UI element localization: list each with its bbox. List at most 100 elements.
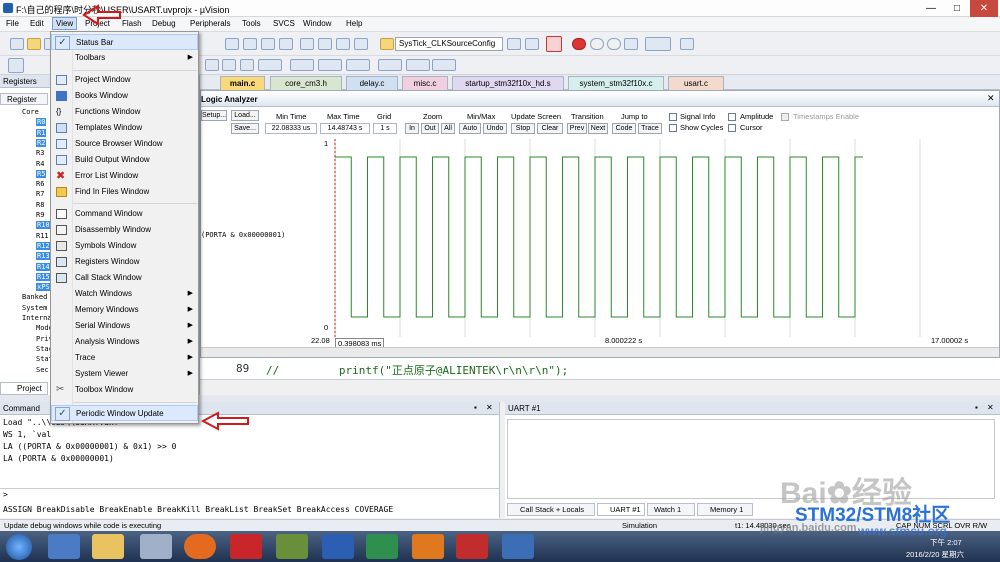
tab-core-cm3-h[interactable]: core_cm3.h xyxy=(270,76,342,90)
menu-item-books-window[interactable]: Books Window xyxy=(51,88,198,104)
comment-icon[interactable] xyxy=(336,38,350,50)
register-row[interactable]: R9 xyxy=(36,211,44,219)
register-row[interactable]: R15 xyxy=(36,272,51,281)
menu-item-symbols-window[interactable]: Symbols Window xyxy=(51,238,198,254)
breakpoint-icon[interactable] xyxy=(572,38,586,50)
la-setup-button[interactable]: Setup... xyxy=(201,110,227,121)
command-window-icon[interactable] xyxy=(205,59,219,71)
tab-system-c[interactable]: system_stm32f10x.c xyxy=(568,76,664,90)
command-close-icon[interactable]: ✕ xyxy=(486,403,493,412)
register-row[interactable]: R7 xyxy=(36,190,44,198)
close-icon[interactable]: ✕ xyxy=(970,0,998,17)
minmax-undo-button[interactable]: Undo xyxy=(483,123,507,134)
tab-memory-1[interactable]: Memory 1 xyxy=(697,503,753,516)
taskbar-foxit-icon[interactable] xyxy=(412,534,444,559)
taskbar-drawing-icon[interactable] xyxy=(456,534,488,559)
jump-trace-button[interactable]: Trace xyxy=(638,123,662,134)
trace-icon[interactable] xyxy=(406,59,430,71)
taskbar-word-icon[interactable] xyxy=(322,534,354,559)
taskbar-app-icon[interactable] xyxy=(276,534,308,559)
prev-bookmark-icon[interactable] xyxy=(243,38,257,50)
uart-output[interactable] xyxy=(507,419,995,499)
cursor-checkbox[interactable] xyxy=(728,124,736,132)
menu-item-command-window[interactable]: Command Window xyxy=(51,206,198,222)
reset-icon[interactable] xyxy=(8,58,24,73)
menu-item-watch-windows[interactable]: Watch Windows ▶ xyxy=(51,286,198,302)
menu-item-find-in-files-window[interactable]: Find In Files Window xyxy=(51,184,198,200)
signal-name[interactable]: (PORTA & 0x00000001) xyxy=(201,231,285,239)
register-row[interactable]: R11 xyxy=(36,232,49,240)
maximize-icon[interactable]: □ xyxy=(944,0,970,17)
watch-icon[interactable] xyxy=(318,59,342,71)
register-row[interactable]: R1 xyxy=(36,128,47,137)
la-horizontal-scrollbar[interactable] xyxy=(201,347,999,357)
window-layout-icon[interactable] xyxy=(645,37,671,51)
la-save-button[interactable]: Save... xyxy=(231,123,259,134)
minmax-auto-button[interactable]: Auto xyxy=(459,123,481,134)
clear-bookmarks-icon[interactable] xyxy=(279,38,293,50)
register-row[interactable]: System xyxy=(22,304,47,312)
zoom-out-button[interactable]: Out xyxy=(421,123,439,134)
menu-item-serial-windows[interactable]: Serial Windows ▶ xyxy=(51,318,198,334)
register-row[interactable]: R13 xyxy=(36,252,51,261)
new-file-icon[interactable] xyxy=(10,38,24,50)
menu-help[interactable]: Help xyxy=(346,19,362,28)
uart-close-icon[interactable]: ✕ xyxy=(987,403,994,412)
menu-item-system-viewer[interactable]: System Viewer ▶ xyxy=(51,366,198,382)
menu-item-registers-window[interactable]: Registers Window xyxy=(51,254,198,270)
register-row[interactable]: R3 xyxy=(36,149,44,157)
menu-svcs[interactable]: SVCS xyxy=(273,19,295,28)
waveform-plot[interactable] xyxy=(333,137,993,343)
call-stack-icon[interactable] xyxy=(290,59,314,71)
analysis-icon[interactable] xyxy=(378,59,402,71)
toolbox-icon[interactable] xyxy=(432,59,456,71)
disable-breakpoint-icon[interactable] xyxy=(590,38,604,50)
open-file-icon[interactable] xyxy=(27,38,41,50)
indent-icon[interactable] xyxy=(300,38,314,50)
la-load-button[interactable]: Load... xyxy=(231,110,259,121)
menu-flash[interactable]: Flash xyxy=(122,19,142,28)
menu-item-toolbars[interactable]: Toolbars ▶ xyxy=(51,50,198,66)
la-close-icon[interactable]: ✕ xyxy=(987,93,995,104)
menu-item-call-stack-window[interactable]: Call Stack Window xyxy=(51,270,198,286)
tab-uart-1[interactable]: UART #1 xyxy=(597,503,645,516)
menu-item-source-browser-window[interactable]: Source Browser Window xyxy=(51,136,198,152)
taskbar-keil-icon[interactable] xyxy=(366,534,398,559)
register-row[interactable]: Banked xyxy=(22,293,47,301)
amplitude-checkbox[interactable] xyxy=(728,113,736,121)
register-row[interactable]: R6 xyxy=(36,180,44,188)
register-row[interactable]: R14 xyxy=(36,262,51,271)
taskbar-browser-icon[interactable] xyxy=(184,534,216,559)
configure-icon[interactable] xyxy=(680,38,694,50)
update-stop-button[interactable]: Stop xyxy=(511,123,535,134)
menu-window[interactable]: Window xyxy=(303,19,331,28)
bookmark-icon[interactable] xyxy=(225,38,239,50)
clock-time[interactable]: 下午 2:07 xyxy=(930,537,962,548)
uncomment-icon[interactable] xyxy=(354,38,368,50)
start-button-icon[interactable] xyxy=(6,534,32,560)
menu-item-analysis-windows[interactable]: Analysis Windows ▶ xyxy=(51,334,198,350)
signal-info-checkbox[interactable] xyxy=(669,113,677,121)
uart-pin-icon[interactable]: ▪ xyxy=(975,403,978,412)
tab-delay-c[interactable]: delay.c xyxy=(346,76,398,90)
target-function-combo[interactable]: SysTick_CLKSourceConfig xyxy=(395,37,503,51)
registers-icon[interactable] xyxy=(258,59,282,71)
register-row[interactable]: R2 xyxy=(36,138,47,147)
menu-item-error-list-window[interactable]: ✖ Error List Window xyxy=(51,168,198,184)
zoom-all-button[interactable]: All xyxy=(441,123,455,134)
menu-peripherals[interactable]: Peripherals xyxy=(190,19,230,28)
menu-item-templates-window[interactable]: Templates Window xyxy=(51,120,198,136)
kill-breakpoints-icon[interactable] xyxy=(624,38,638,50)
disable-all-breakpoints-icon[interactable] xyxy=(607,38,621,50)
jump-code-button[interactable]: Code xyxy=(612,123,636,134)
menu-debug[interactable]: Debug xyxy=(152,19,176,28)
tab-call-stack[interactable]: Call Stack + Locals xyxy=(507,503,595,516)
menu-item-trace[interactable]: Trace ▶ xyxy=(51,350,198,366)
find-in-files-icon[interactable] xyxy=(507,38,521,50)
tab-main-c[interactable]: main.c xyxy=(220,76,265,90)
register-row[interactable]: R8 xyxy=(36,201,44,209)
register-row[interactable]: R10 xyxy=(36,221,51,230)
disassembly-icon[interactable] xyxy=(222,59,236,71)
project-tab[interactable]: Project xyxy=(0,382,48,395)
show-cycles-checkbox[interactable] xyxy=(669,124,677,132)
